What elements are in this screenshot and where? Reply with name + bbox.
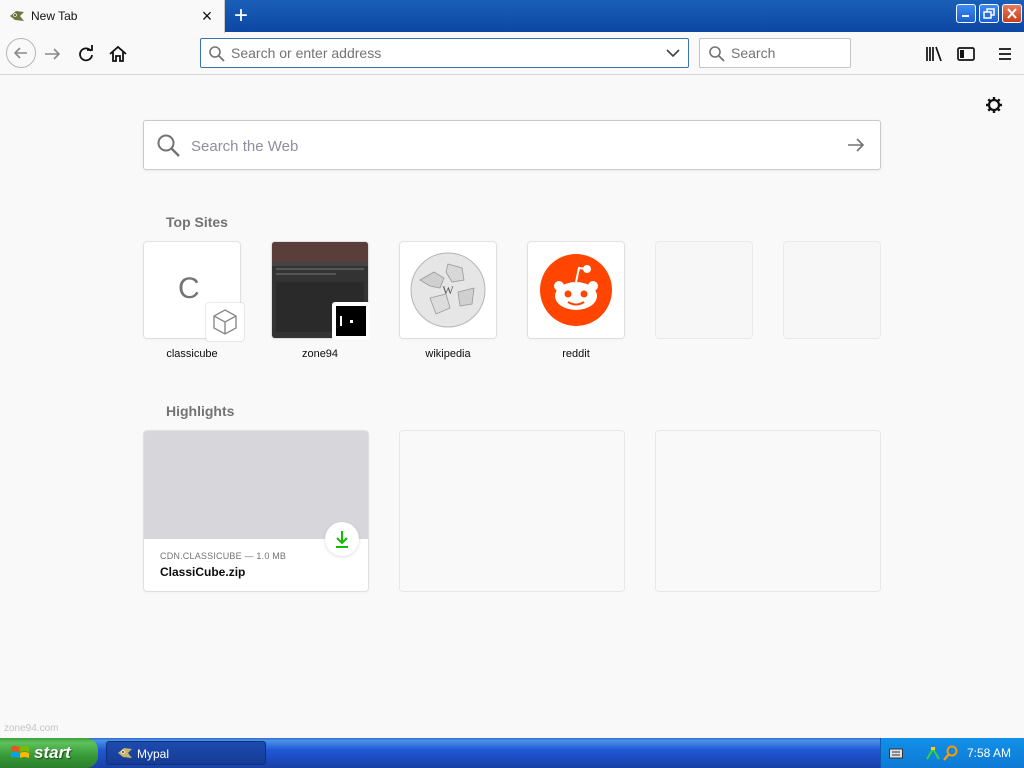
- search-icon[interactable]: [943, 745, 959, 761]
- taskbar-item-mypal[interactable]: Mypal: [106, 741, 266, 765]
- taskbar-item-label: Mypal: [137, 747, 170, 761]
- wikipedia-globe-icon: W: [410, 252, 486, 328]
- network-icon[interactable]: [925, 745, 941, 761]
- top-site-label: classicube: [166, 348, 218, 360]
- gear-icon[interactable]: [984, 95, 1004, 115]
- top-site-tile[interactable]: W: [400, 242, 496, 338]
- reddit-alien-icon: [540, 254, 612, 326]
- top-site-label: reddit: [562, 348, 590, 360]
- start-label: start: [34, 743, 71, 762]
- arrow-right-icon[interactable]: [846, 135, 866, 155]
- window-close-button[interactable]: [1002, 4, 1022, 23]
- keyboard-icon[interactable]: [889, 747, 903, 759]
- download-icon: [336, 531, 348, 548]
- back-arrow-icon: [13, 47, 27, 59]
- dropdown-chevron-icon[interactable]: [666, 47, 680, 59]
- top-site-placeholder: [656, 242, 752, 338]
- sidebar-icon: [957, 47, 975, 61]
- library-button[interactable]: [922, 41, 948, 67]
- highlight-meta: CDN.CLASSICUBE — 1.0 MB: [160, 551, 287, 561]
- system-tray: 7:58 AM: [880, 738, 1024, 768]
- site-letter: C: [178, 272, 200, 305]
- search-input[interactable]: [731, 43, 841, 63]
- mypal-icon: [10, 11, 24, 21]
- web-search-input[interactable]: [191, 135, 811, 157]
- library-icon: [926, 46, 942, 62]
- restore-icon: [983, 8, 995, 19]
- close-icon: [1007, 8, 1017, 19]
- tab-title: New Tab: [31, 9, 78, 23]
- svg-text:W: W: [442, 283, 454, 297]
- new-tab-button[interactable]: +: [231, 4, 251, 28]
- status-text: zone94.com: [4, 723, 59, 734]
- menu-button[interactable]: [992, 41, 1018, 67]
- search-icon: [157, 134, 180, 157]
- download-badge: [325, 522, 359, 556]
- search-icon: [709, 46, 725, 62]
- top-site-tile[interactable]: [528, 242, 624, 338]
- sidebar-button[interactable]: [953, 41, 979, 67]
- search-bar[interactable]: [699, 38, 851, 68]
- site-badge: [332, 302, 370, 340]
- highlight-placeholder: [400, 431, 624, 591]
- search-icon: [209, 46, 225, 62]
- top-site-placeholder: [784, 242, 880, 338]
- home-button[interactable]: [105, 41, 131, 67]
- web-search-box[interactable]: [143, 120, 881, 170]
- hamburger-menu-icon: [999, 48, 1011, 60]
- zone94-logo-icon: [336, 306, 366, 336]
- windows-flag-icon: [11, 746, 29, 758]
- highlights-heading: Highlights: [166, 403, 235, 419]
- back-button[interactable]: [6, 38, 36, 68]
- minimize-button[interactable]: [956, 4, 976, 23]
- address-bar[interactable]: [200, 38, 689, 68]
- top-site-label: zone94: [301, 348, 339, 360]
- forward-button[interactable]: [40, 41, 66, 67]
- clock: 7:58 AM: [967, 746, 1012, 760]
- tab-close-button[interactable]: ×: [199, 6, 215, 26]
- title-bar: New Tab × +: [0, 0, 1024, 33]
- mypal-icon: [118, 748, 132, 758]
- forward-arrow-icon: [45, 48, 61, 60]
- highlight-title: ClassiCube.zip: [160, 565, 246, 579]
- highlight-placeholder: [656, 431, 880, 591]
- reload-icon: [79, 45, 93, 62]
- address-input[interactable]: [231, 43, 651, 63]
- new-tab-page: Top Sites C classicube zone94: [0, 75, 1024, 737]
- tab-new-tab[interactable]: New Tab ×: [0, 0, 225, 33]
- taskbar: start Mypal 7:58 AM: [0, 738, 1024, 768]
- top-sites-heading: Top Sites: [166, 214, 228, 230]
- restore-button[interactable]: [979, 4, 999, 23]
- site-badge: [206, 303, 244, 341]
- minimize-icon: [962, 15, 969, 17]
- start-button[interactable]: start: [0, 738, 98, 768]
- reload-button[interactable]: [73, 41, 99, 67]
- home-icon: [109, 45, 127, 62]
- navigation-toolbar: [0, 33, 1024, 75]
- highlight-card[interactable]: CDN.CLASSICUBE — 1.0 MB ClassiCube.zip: [144, 431, 368, 591]
- cube-icon: [213, 309, 237, 335]
- top-site-label: wikipedia: [425, 348, 471, 360]
